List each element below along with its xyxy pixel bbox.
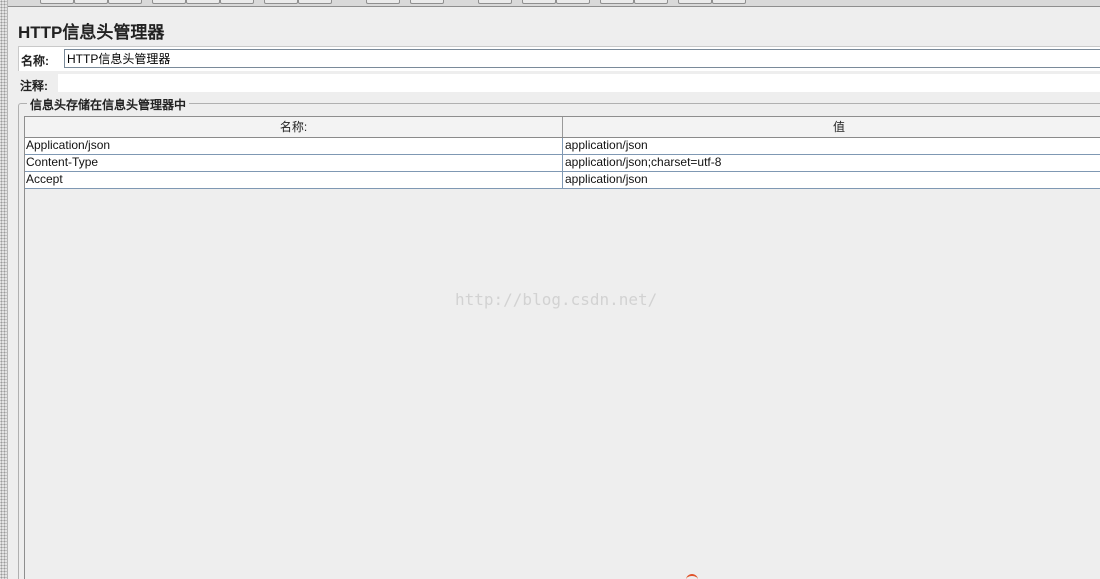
toolbar-button[interactable] bbox=[186, 0, 220, 4]
header-value-cell[interactable]: application/json;charset=utf-8 bbox=[564, 155, 1100, 171]
toolbar-button[interactable] bbox=[298, 0, 332, 4]
headers-table[interactable]: 名称: 值 Application/json application/json … bbox=[24, 116, 1100, 579]
toolbar-button[interactable] bbox=[108, 0, 142, 4]
headers-group-title: 信息头存储在信息头管理器中 bbox=[27, 96, 190, 113]
column-header-value[interactable]: 值 bbox=[563, 117, 1100, 137]
toolbar-button[interactable] bbox=[600, 0, 634, 4]
toolbar-button[interactable] bbox=[410, 0, 444, 4]
comment-label: 注释: bbox=[20, 79, 48, 93]
toolbar-button[interactable] bbox=[678, 0, 712, 4]
name-label: 名称: bbox=[21, 54, 49, 68]
table-header: 名称: 值 bbox=[25, 117, 1100, 138]
toolbar-button[interactable] bbox=[220, 0, 254, 4]
toolbar-button[interactable] bbox=[74, 0, 108, 4]
name-row: 名称: bbox=[18, 46, 1100, 71]
table-row[interactable]: Accept application/json bbox=[25, 172, 1100, 189]
header-name-cell[interactable]: Content-Type bbox=[25, 155, 563, 171]
toolbar-button[interactable] bbox=[40, 0, 74, 4]
header-name-cell[interactable]: Accept bbox=[25, 172, 563, 188]
toolbar-button[interactable] bbox=[152, 0, 186, 4]
column-header-name[interactable]: 名称: bbox=[25, 117, 563, 137]
toolbar-button[interactable] bbox=[366, 0, 400, 4]
header-value-cell[interactable]: application/json bbox=[564, 138, 1100, 154]
comment-input[interactable] bbox=[58, 74, 1100, 92]
header-value-cell[interactable]: application/json bbox=[564, 172, 1100, 188]
annotation-mark bbox=[686, 574, 698, 579]
header-name-cell[interactable]: Application/json bbox=[25, 138, 563, 154]
panel-title: HTTP信息头管理器 bbox=[18, 23, 165, 42]
table-body: Application/json application/json Conten… bbox=[25, 138, 1100, 189]
http-header-manager-panel: HTTP信息头管理器 名称: 注释: 信息头存储在信息头管理器中 名称: 值 A… bbox=[0, 0, 1100, 579]
comment-row: 注释: bbox=[18, 74, 1100, 94]
table-row[interactable]: Application/json application/json bbox=[25, 138, 1100, 155]
toolbar-button[interactable] bbox=[712, 0, 746, 4]
toolbar-button[interactable] bbox=[634, 0, 668, 4]
name-input[interactable] bbox=[64, 49, 1100, 68]
split-pane-divider[interactable] bbox=[0, 0, 8, 579]
toolbar-button[interactable] bbox=[264, 0, 298, 4]
toolbar-button[interactable] bbox=[556, 0, 590, 4]
watermark-text: http://blog.csdn.net/ bbox=[455, 290, 658, 309]
toolbar-button[interactable] bbox=[478, 0, 512, 4]
toolbar-button[interactable] bbox=[522, 0, 556, 4]
table-row[interactable]: Content-Type application/json;charset=ut… bbox=[25, 155, 1100, 172]
toolbar bbox=[8, 0, 1100, 7]
